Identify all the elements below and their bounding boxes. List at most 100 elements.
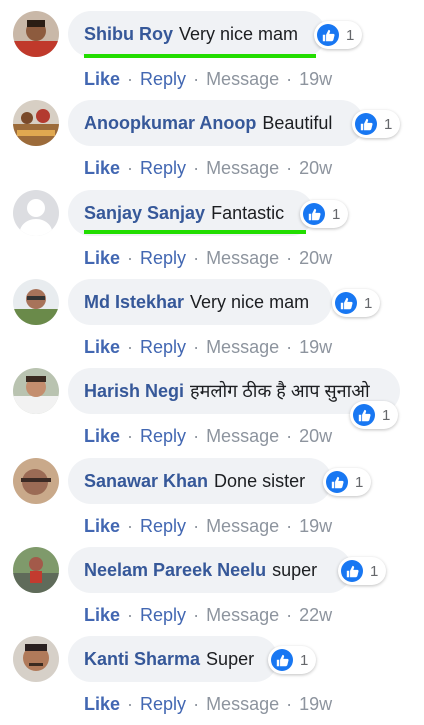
like-link[interactable]: Like [84,516,120,537]
comment-actions: Like · Reply · Message · 20w [84,158,332,179]
separator: · [127,158,134,178]
avatar[interactable] [13,458,59,504]
thumbs-up-icon [335,292,357,314]
separator: · [286,248,293,268]
comment-text: Done sister [214,470,306,491]
message-link[interactable]: Message [206,337,279,358]
like-link[interactable]: Like [84,426,120,447]
thumbs-up-icon [355,113,377,135]
comment-text: Very nice mam [190,291,310,312]
reaction-count: 1 [382,406,391,424]
comment-bubble: Anoopkumar Anoop Beautiful [68,100,364,146]
avatar[interactable] [13,11,59,57]
thumbs-up-icon [326,471,348,493]
reaction-badge[interactable]: 1 [268,646,317,674]
separator: · [286,337,293,357]
comment-text: Fantastic [211,202,285,223]
comment-bubble: Harish Negi हमलोग ठीक है आप सुनाओ [68,368,400,414]
reply-link[interactable]: Reply [140,516,186,537]
comment-bubble: Sanawar Khan Done sister [68,458,332,504]
separator: · [286,69,293,89]
comment-bubble: Md Istekhar Very nice mam [68,279,332,325]
message-link[interactable]: Message [206,158,279,179]
message-link[interactable]: Message [206,426,279,447]
thumbs-up-icon [341,560,363,582]
timestamp[interactable]: 19w [299,337,332,358]
comment-text: Very nice mam [179,23,299,44]
commenter-name[interactable]: Neelam Pareek Neelu [84,560,266,581]
reaction-badge[interactable]: 1 [352,110,401,138]
highlight-underline [84,230,306,234]
comment-actions: Like · Reply · Message · 19w [84,69,332,90]
timestamp[interactable]: 19w [299,516,332,537]
timestamp[interactable]: 20w [299,158,332,179]
reaction-count: 1 [384,115,393,133]
like-link[interactable]: Like [84,248,120,269]
reply-link[interactable]: Reply [140,426,186,447]
avatar[interactable] [13,368,59,414]
timestamp[interactable]: 22w [299,605,332,626]
separator: · [193,69,200,89]
commenter-name[interactable]: Harish Negi [84,381,184,402]
reaction-badge[interactable]: 1 [323,468,372,496]
thumbs-up-icon [317,24,339,46]
timestamp[interactable]: 20w [299,248,332,269]
like-link[interactable]: Like [84,158,120,179]
separator: · [127,248,134,268]
separator: · [286,605,293,625]
message-link[interactable]: Message [206,248,279,269]
commenter-name[interactable]: Kanti Sharma [84,649,200,670]
reaction-badge[interactable]: 1 [338,557,387,585]
reply-link[interactable]: Reply [140,337,186,358]
thumbs-up-icon [353,404,375,426]
separator: · [286,516,293,536]
avatar[interactable] [13,100,59,146]
reply-link[interactable]: Reply [140,248,186,269]
separator: · [127,694,134,714]
reply-link[interactable]: Reply [140,69,186,90]
like-link[interactable]: Like [84,605,120,626]
message-link[interactable]: Message [206,605,279,626]
comment-text: हमलोग ठीक है आप सुनाओ [190,381,370,401]
avatar[interactable] [13,190,59,236]
like-link[interactable]: Like [84,694,120,715]
commenter-name[interactable]: Sanawar Khan [84,471,208,492]
timestamp[interactable]: 19w [299,69,332,90]
separator: · [127,69,134,89]
commenter-name[interactable]: Anoopkumar Anoop [84,113,256,134]
like-link[interactable]: Like [84,337,120,358]
comment-actions: Like · Reply · Message · 19w [84,516,332,537]
reply-link[interactable]: Reply [140,694,186,715]
reply-link[interactable]: Reply [140,158,186,179]
comment-item: Md Istekhar Very nice mam 1 Like · Reply ·… [0,279,424,368]
avatar[interactable] [13,547,59,593]
comment-item: Neelam Pareek Neelu super 1 Like · Reply ·… [0,547,424,636]
message-link[interactable]: Message [206,516,279,537]
separator: · [193,158,200,178]
separator: · [127,516,134,536]
like-link[interactable]: Like [84,69,120,90]
separator: · [286,158,293,178]
comment-item: Harish Negi हमलोग ठीक है आप सुनाओ 1 Like… [0,368,424,457]
reaction-badge[interactable]: 1 [332,289,381,317]
separator: · [193,426,200,446]
separator: · [193,337,200,357]
highlight-underline [84,54,316,58]
reaction-badge[interactable]: 1 [300,200,349,228]
comment-bubble: Shibu Roy Very nice mam [68,11,326,57]
message-link[interactable]: Message [206,694,279,715]
timestamp[interactable]: 19w [299,694,332,715]
reaction-badge[interactable]: 1 [314,21,363,49]
timestamp[interactable]: 20w [299,426,332,447]
avatar[interactable] [13,636,59,682]
avatar[interactable] [13,279,59,325]
reply-link[interactable]: Reply [140,605,186,626]
reaction-count: 1 [355,473,364,491]
commenter-name[interactable]: Shibu Roy [84,24,173,45]
message-link[interactable]: Message [206,69,279,90]
commenter-name[interactable]: Sanjay Sanjay [84,203,205,224]
separator: · [127,605,134,625]
commenter-name[interactable]: Md Istekhar [84,292,184,313]
reaction-badge[interactable]: 1 [350,401,399,429]
comment-bubble: Kanti Sharma Super [68,636,278,682]
